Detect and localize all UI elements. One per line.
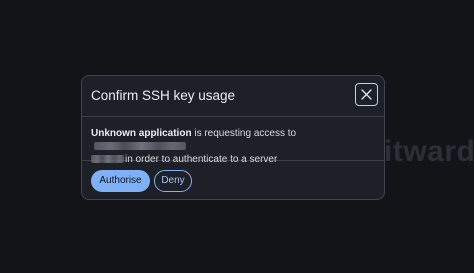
dialog-header: Confirm SSH key usage (82, 76, 384, 117)
ssh-confirm-dialog: Confirm SSH key usage Unknown applicatio… (81, 75, 385, 200)
redacted-host-part-1 (94, 142, 186, 151)
background-logo-text: itward (384, 135, 474, 168)
authorise-button[interactable]: Authorise (91, 170, 150, 192)
deny-button[interactable]: Deny (154, 170, 192, 192)
close-button[interactable] (355, 83, 378, 106)
dialog-body: Unknown application is requesting access… (82, 117, 384, 165)
application-name: Unknown application (91, 128, 192, 139)
close-icon (361, 89, 372, 100)
dialog-footer: Authorise Deny (82, 161, 384, 199)
dialog-title: Confirm SSH key usage (91, 88, 236, 103)
message-text-before-host: is requesting access to (194, 128, 297, 139)
